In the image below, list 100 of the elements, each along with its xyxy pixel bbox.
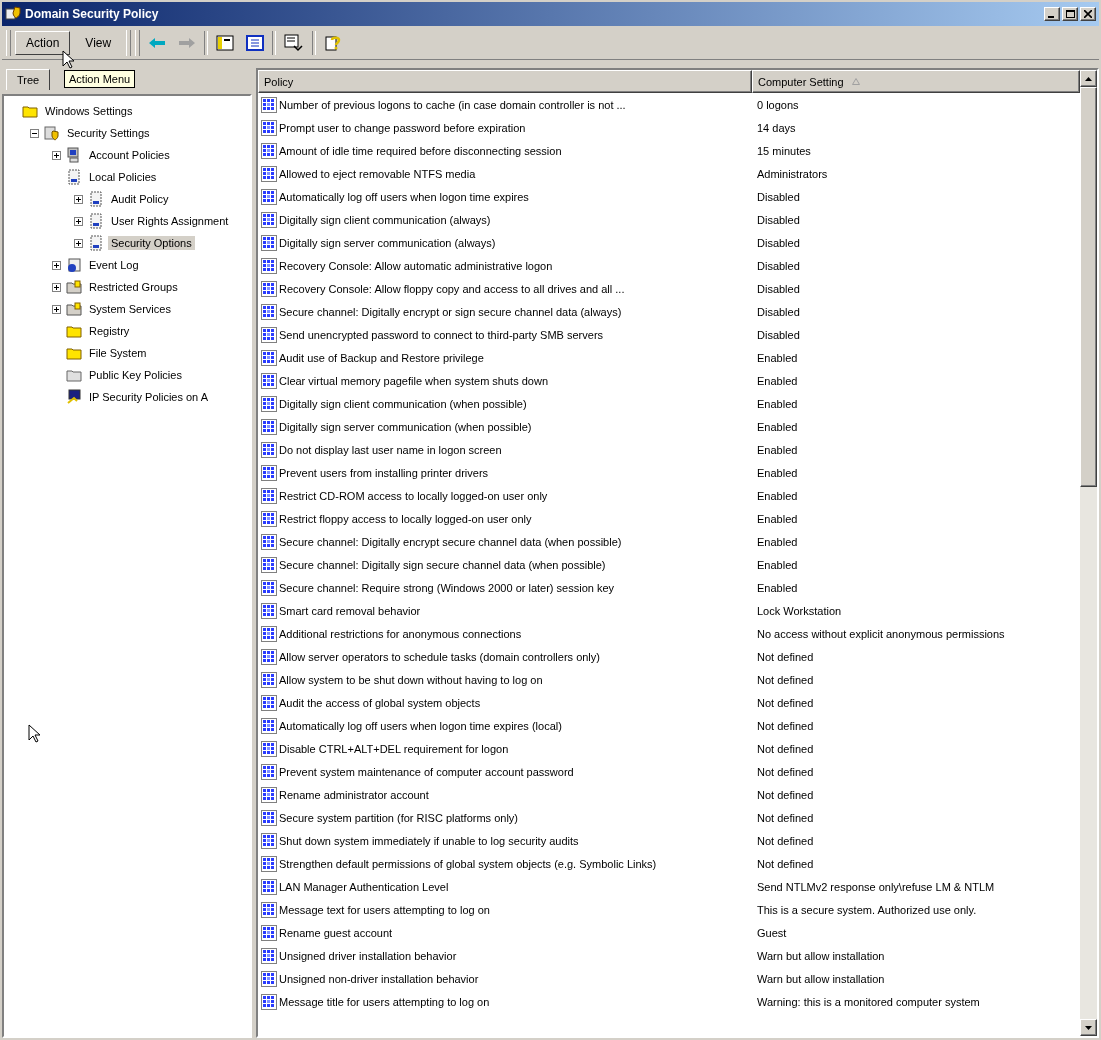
- table-cell-text: Enabled: [756, 489, 799, 502]
- help-icon: [324, 33, 343, 52]
- policy-icon: [261, 441, 277, 458]
- tree-item[interactable]: Local Policies: [86, 170, 160, 184]
- document-icon: [88, 191, 104, 207]
- table-cell: Recovery Console: Allow automatic administrative logon: [279, 259, 553, 272]
- table-cell-text: Send NTLMv2 response only\refuse LM & NTLM: [756, 880, 996, 893]
- table-cell: Smart card removal behavior: [279, 604, 421, 617]
- policy-icon: [261, 326, 277, 343]
- policy-icon: [261, 947, 277, 964]
- table-cell: Secure channel: Digitally sign secure channel data (when possible): [279, 558, 606, 571]
- expand-icon[interactable]: [73, 238, 83, 248]
- policy-icon: [261, 303, 277, 320]
- policy-icon: [261, 671, 277, 688]
- minimize-button[interactable]: [1044, 7, 1060, 21]
- policy-icon: [261, 372, 277, 389]
- table-cell: Secure channel: Require strong (Windows 2000 or later) session key: [279, 581, 615, 594]
- table-cell: Additional restrictions for anonymous connections: [279, 627, 522, 640]
- table-cell-text: Not defined: [756, 673, 815, 686]
- tree-item[interactable]: User Rights Assignment: [108, 214, 232, 228]
- folder-icon: [22, 104, 38, 118]
- collapse-icon[interactable]: [29, 128, 39, 138]
- tree-item[interactable]: Registry: [86, 324, 133, 338]
- policy-icon: [261, 119, 277, 136]
- table-cell: Recovery Console: Allow floppy copy and access to all drives and all ...: [279, 282, 625, 295]
- table-cell: Rename guest account: [279, 926, 393, 939]
- shield-icon: [44, 125, 60, 141]
- maximize-icon: [1065, 10, 1075, 18]
- table-cell: Message title for users attempting to log on: [279, 995, 490, 1008]
- folder-icon: [66, 280, 82, 294]
- tree-item[interactable]: Security Options: [108, 236, 195, 250]
- scrollbar[interactable]: [1080, 70, 1097, 1036]
- tree-pane-icon: [216, 34, 235, 51]
- column-header[interactable]: Computer Setting: [752, 70, 1080, 93]
- up-arrow-icon: [1085, 76, 1092, 81]
- table-cell-text: Enabled: [756, 466, 799, 479]
- table-cell-text: 14 days: [756, 121, 797, 134]
- table-cell: Secure channel: Digitally encrypt secure channel data (when possible): [279, 535, 622, 548]
- menu-item[interactable]: Action: [15, 30, 71, 55]
- table-cell: Digitally sign server communication (when possible): [279, 420, 532, 433]
- tree-item[interactable]: Public Key Policies: [86, 368, 185, 382]
- policy-icon: [261, 855, 277, 872]
- policy-icon: [261, 993, 277, 1010]
- tree-item[interactable]: Restricted Groups: [86, 280, 181, 294]
- close-button[interactable]: [1080, 7, 1096, 21]
- policy-icon: [261, 257, 277, 274]
- tree-item[interactable]: File System: [86, 346, 150, 360]
- table-cell: Audit use of Backup and Restore privilege: [279, 351, 484, 364]
- table-cell: Audit the access of global system objects: [279, 696, 481, 709]
- list-icon: [246, 34, 265, 51]
- export-icon: [284, 33, 305, 52]
- tree-item[interactable]: Account Policies: [86, 148, 173, 162]
- table-cell: LAN Manager Authentication Level: [279, 880, 449, 893]
- policy-icon: [261, 280, 277, 297]
- policy-icon: [261, 418, 277, 435]
- table-cell-text: Not defined: [756, 650, 815, 663]
- table-cell-text: Enabled: [756, 558, 799, 571]
- tree-tab[interactable]: Tree: [6, 69, 51, 90]
- column-header[interactable]: Policy: [258, 70, 752, 93]
- tree-item[interactable]: System Services: [86, 302, 174, 316]
- table-cell-text: Enabled: [756, 351, 799, 364]
- policy-icon: [261, 510, 277, 527]
- close-icon: [1084, 10, 1092, 18]
- expand-icon[interactable]: [51, 260, 61, 270]
- table-cell-text: Enabled: [756, 512, 799, 525]
- table-cell-text: Enabled: [756, 397, 799, 410]
- document-icon: [88, 213, 104, 229]
- table-cell-text: Not defined: [756, 765, 815, 778]
- table-cell: Shut down system immediately if unable to log security audits: [279, 834, 579, 847]
- table-cell: Send unencrypted password to connect to third-party SMB servers: [279, 328, 604, 341]
- table-cell: Automatically log off users when logon time expires (local): [279, 719, 562, 732]
- tree-item[interactable]: Event Log: [86, 258, 142, 272]
- table-cell-text: Guest: [756, 926, 788, 939]
- expand-icon[interactable]: [73, 216, 83, 226]
- expand-icon[interactable]: [51, 304, 61, 314]
- app-icon: [5, 6, 21, 22]
- table-cell: Amount of idle time required before disconnecting session: [279, 144, 562, 157]
- table-cell: Allow server operators to schedule tasks (domain controllers only): [279, 650, 600, 663]
- policy-icon: [261, 970, 277, 987]
- table-cell: Restrict CD-ROM access to locally logged-on user only: [279, 489, 548, 502]
- table-cell: Secure channel: Digitally encrypt or sign secure channel data (always): [279, 305, 622, 318]
- table-cell-text: Disabled: [756, 259, 801, 272]
- expand-icon[interactable]: [73, 194, 83, 204]
- pointer-icon: [28, 724, 40, 743]
- tree-item[interactable]: Security Settings: [64, 126, 153, 140]
- expand-icon[interactable]: [51, 282, 61, 292]
- tree-item[interactable]: Audit Policy: [108, 192, 172, 206]
- policy-icon: [261, 556, 277, 573]
- table-cell: Message text for users attempting to log on: [279, 903, 490, 916]
- policy-icon: [261, 487, 277, 504]
- table-cell-text: Disabled: [756, 213, 801, 226]
- expand-icon[interactable]: [51, 150, 61, 160]
- tree-item[interactable]: IP Security Policies on A: [86, 390, 212, 404]
- table-cell: Disable CTRL+ALT+DEL requirement for logon: [279, 742, 509, 755]
- policy-icon: [261, 533, 277, 550]
- policy-icon: [261, 694, 277, 711]
- document-icon: [66, 169, 82, 185]
- maximize-button[interactable]: [1062, 7, 1078, 21]
- tree-item[interactable]: Windows Settings: [42, 104, 136, 118]
- table-cell-text: Disabled: [756, 305, 801, 318]
